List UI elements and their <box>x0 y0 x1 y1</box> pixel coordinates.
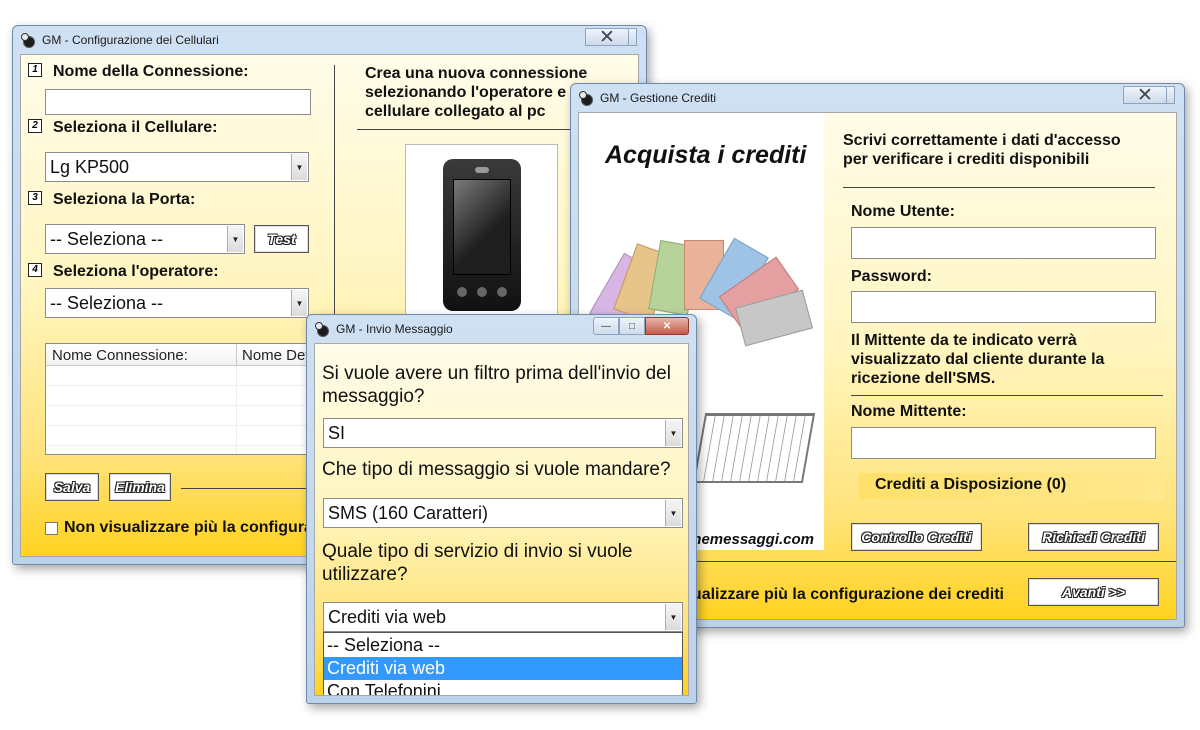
phone-screen <box>453 179 511 275</box>
divider <box>851 395 1163 396</box>
column-header-connection-name[interactable]: Nome Connessione: <box>52 347 188 364</box>
close-icon[interactable]: ✕ <box>585 27 629 48</box>
chevron-down-icon[interactable]: ▼ <box>227 226 243 252</box>
dropdown-option[interactable]: -- Seleziona -- <box>324 634 682 657</box>
step-4-icon: 4 <box>28 263 42 277</box>
message-client: Si vuole avere un filtro prima dell'invi… <box>314 343 689 696</box>
port-label: Seleziona la Porta: <box>53 191 196 208</box>
operator-label: Seleziona l'operatore: <box>53 263 219 280</box>
message-type-question: Che tipo di messaggio si vuole mandare? <box>322 459 671 480</box>
port-select[interactable]: -- Seleziona -- ▼ <box>45 224 245 254</box>
service-type-select[interactable]: Crediti via web ▼ <box>323 602 683 632</box>
connections-table[interactable]: Nome Connessione: Nome Dev <box>45 343 315 455</box>
password-input[interactable] <box>851 291 1156 323</box>
config-window-title: GM - Configurazione dei Cellulari <box>42 33 219 47</box>
config-intro-text: Crea una nuova connessione selezionando … <box>365 65 588 120</box>
app-icon <box>314 321 330 337</box>
table-row[interactable] <box>46 386 314 406</box>
chevron-down-icon[interactable]: ▼ <box>665 604 681 630</box>
phone-select[interactable]: Lg KP500 ▼ <box>45 152 309 182</box>
operator-select-value: -- Seleziona -- <box>50 292 164 313</box>
app-icon <box>20 32 36 48</box>
next-button[interactable]: Avanti >> <box>1028 578 1159 606</box>
message-titlebar[interactable]: GM - Invio Messaggio — □ ✕ <box>314 315 689 343</box>
table-row[interactable] <box>46 366 314 386</box>
phone-button <box>497 287 507 297</box>
step-3-icon: 3 <box>28 191 42 205</box>
delete-button[interactable]: Elimina <box>109 473 171 501</box>
username-label: Nome Utente: <box>851 203 956 220</box>
phone-select-value: Lg KP500 <box>50 156 130 177</box>
step-2-icon: 2 <box>28 119 42 133</box>
message-window-title: GM - Invio Messaggio <box>336 322 453 336</box>
row-column-divider <box>236 366 237 454</box>
dropdown-option-selected[interactable]: Crediti via web <box>324 657 682 680</box>
message-window: GM - Invio Messaggio — □ ✕ Si vuole aver… <box>306 314 697 704</box>
filter-select[interactable]: SI ▼ <box>323 418 683 448</box>
available-credits-label: Crediti a Disposizione (0) <box>875 476 1067 493</box>
service-type-select-value: Crediti via web <box>328 606 447 627</box>
minimize-icon[interactable]: — <box>593 317 619 335</box>
check-credits-button[interactable]: Controllo Crediti <box>851 523 982 551</box>
chevron-down-icon[interactable]: ▼ <box>291 290 307 316</box>
test-button[interactable]: Test <box>254 225 309 253</box>
service-type-dropdown[interactable]: -- Seleziona -- Crediti via web Con Tele… <box>323 632 683 695</box>
dont-show-checkbox[interactable] <box>45 522 58 535</box>
chevron-down-icon[interactable]: ▼ <box>665 500 681 526</box>
credits-intro-text: Scrivi correttamente i dati d'accesso pe… <box>843 132 1121 168</box>
operator-select[interactable]: -- Seleziona -- ▼ <box>45 288 309 318</box>
credits-window-title: GM - Gestione Crediti <box>600 91 717 105</box>
message-type-select-value: SMS (160 Caratteri) <box>328 502 489 523</box>
filter-select-value: SI <box>328 422 346 443</box>
username-input[interactable] <box>851 227 1156 259</box>
phone-brand <box>475 167 489 173</box>
chevron-down-icon[interactable]: ▼ <box>291 154 307 180</box>
divider <box>843 187 1155 188</box>
table-row[interactable] <box>46 426 314 446</box>
phone-button <box>477 287 487 297</box>
divider <box>181 488 321 489</box>
message-type-select[interactable]: SMS (160 Caratteri) ▼ <box>323 498 683 528</box>
banner-title: Acquista i crediti <box>605 141 807 169</box>
sender-input[interactable] <box>851 427 1156 459</box>
phone-image <box>405 144 558 324</box>
sender-label: Nome Mittente: <box>851 403 967 420</box>
maximize-icon[interactable]: □ <box>619 317 645 335</box>
password-label: Password: <box>851 268 932 285</box>
connection-name-input[interactable] <box>45 89 311 115</box>
credits-titlebar[interactable]: GM - Gestione Crediti — □ ✕ <box>578 84 1177 112</box>
table-row[interactable] <box>46 406 314 426</box>
column-header-device-name[interactable]: Nome Dev <box>242 347 313 364</box>
divider <box>357 129 597 130</box>
service-type-question: Quale tipo di servizio di invio si vuole… <box>322 541 633 585</box>
chevron-down-icon[interactable]: ▼ <box>665 420 681 446</box>
dropdown-option[interactable]: Con Telefonini <box>324 680 682 695</box>
save-button[interactable]: Salva <box>45 473 99 501</box>
available-credits-box: Crediti a Disposizione (0) <box>859 473 1164 499</box>
sender-info-text: Il Mittente da te indicato verrà visuali… <box>851 332 1105 387</box>
phone-label: Seleziona il Cellulare: <box>53 119 218 136</box>
step-1-icon: 1 <box>28 63 42 77</box>
app-icon <box>578 90 594 106</box>
column-divider <box>236 344 237 366</box>
filter-question: Si vuole avere un filtro prima dell'invi… <box>322 363 671 407</box>
table-header: Nome Connessione: Nome Dev <box>46 344 314 366</box>
config-titlebar[interactable]: GM - Configurazione dei Cellulari — □ ✕ <box>20 26 639 54</box>
close-icon[interactable]: ✕ <box>1123 85 1167 106</box>
shopping-cart-icon <box>692 413 816 483</box>
request-credits-button[interactable]: Richiedi Crediti <box>1028 523 1159 551</box>
close-icon[interactable]: ✕ <box>645 317 689 335</box>
phone-body <box>443 159 521 311</box>
connection-name-label: Nome della Connessione: <box>53 63 249 80</box>
window-controls: — □ ✕ <box>585 27 637 48</box>
phone-button <box>457 287 467 297</box>
window-controls: — □ ✕ <box>593 317 689 335</box>
window-controls: — □ ✕ <box>1123 85 1175 106</box>
port-select-value: -- Seleziona -- <box>50 228 164 249</box>
